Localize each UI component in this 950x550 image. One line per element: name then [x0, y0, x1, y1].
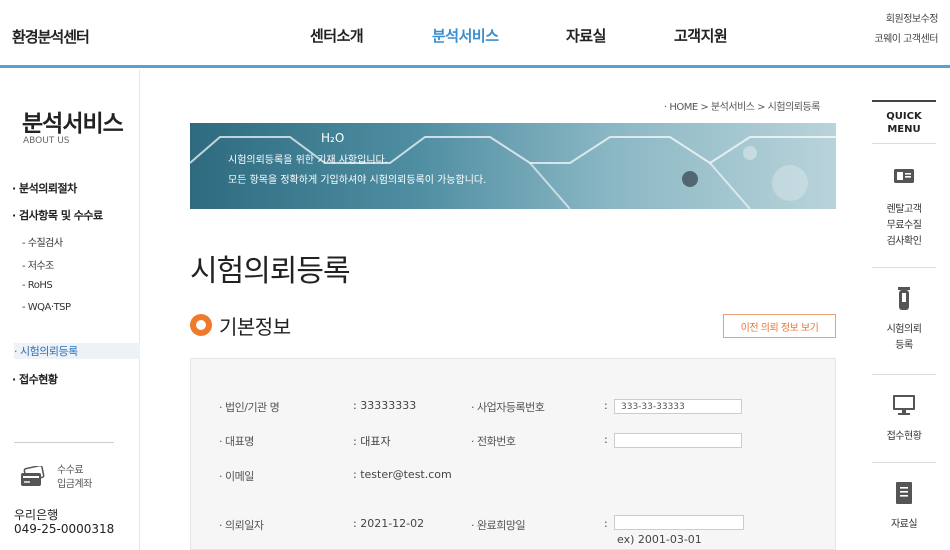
email-value: : tester@test.com — [353, 468, 452, 481]
due-date-label: · 완료희망일 — [471, 519, 526, 532]
nav-analysis-service[interactable]: 분석서비스 — [432, 25, 499, 46]
document-icon — [896, 482, 912, 504]
quick-menu: QUICK MENU 렌탈고객 무료수질 검사확인 시험의뢰 등록 접수현황 자… — [872, 100, 936, 550]
basic-info-form: · 법인/기관 명 : 33333333 · 사업자등록번호 : · 대표명 :… — [190, 358, 836, 550]
representative-value: : 대표자 — [353, 435, 391, 448]
quick-menu-title: QUICK MENU — [872, 102, 936, 144]
quick-item-label: 렌탈고객 무료수질 검사확인 — [886, 204, 922, 247]
sidebar-item-status[interactable]: · 접수현황 — [12, 371, 58, 387]
sidebar-item-water-test[interactable]: - 수질검사 — [22, 234, 63, 249]
id-card-icon — [894, 169, 914, 183]
phone-label: · 전화번호 — [471, 435, 516, 448]
quick-item-label: 시험의뢰 등록 — [886, 324, 922, 351]
page-banner: H₂O 시험의뢰등록을 위한 기재 사항입니다. 모든 항목을 정확하게 기입하… — [190, 123, 836, 209]
colon: : — [604, 517, 608, 530]
monitor-icon — [893, 395, 915, 415]
representative-label: · 대표명 — [219, 435, 254, 448]
quick-item-archive[interactable]: 자료실 — [872, 463, 936, 550]
request-date-label: · 의뢰일자 — [219, 519, 264, 532]
business-number-label: · 사업자등록번호 — [471, 401, 545, 414]
company-value: : 33333333 — [353, 399, 417, 412]
left-sidebar: 분석서비스 ABOUT US · 분석의뢰절차 · 검사항목 및 수수료 - 수… — [0, 70, 140, 550]
card-icon — [21, 466, 45, 486]
bank-account-number: 049-25-0000318 — [14, 522, 115, 536]
banner-text-2: 모든 항목을 정확하게 기입하셔야 시험의뢰등록이 가능합니다. — [228, 175, 487, 186]
sidebar-item-fees[interactable]: · 검사항목 및 수수료 — [12, 207, 103, 223]
request-date-value: : 2021-12-02 — [353, 517, 425, 530]
quick-item-label: 자료실 — [890, 519, 918, 530]
edit-member-link[interactable]: 회원정보수정 — [874, 10, 939, 30]
due-date-input[interactable] — [614, 515, 744, 530]
quick-item-label: 접수현황 — [886, 431, 922, 442]
sidebar-item-registration[interactable]: · 시험의뢰등록 — [14, 343, 140, 359]
customer-center-link[interactable]: 코웨이 고객센터 — [874, 30, 938, 50]
sidebar-item-water-tank[interactable]: - 저수조 — [22, 257, 54, 272]
previous-request-button[interactable]: 이전 의뢰 정보 보기 — [723, 314, 836, 338]
section-title: 기본정보 — [219, 315, 291, 339]
bank-name: 우리은행 — [14, 508, 59, 522]
nav-center-intro[interactable]: 센터소개 — [310, 25, 364, 46]
h2o-label: H₂O — [321, 131, 345, 145]
page-title: 시험의뢰등록 — [190, 254, 351, 289]
banner-text-1: 시험의뢰등록을 위한 기재 사항입니다. — [228, 155, 388, 166]
fee-account-label: 수수료 입금계좌 — [57, 465, 92, 490]
test-tube-icon — [898, 287, 910, 310]
nav-customer-support[interactable]: 고객지원 — [674, 25, 728, 46]
business-number-input[interactable] — [614, 399, 742, 414]
sidebar-divider — [14, 442, 114, 443]
quick-item-rental[interactable]: 렌탈고객 무료수질 검사확인 — [872, 146, 936, 268]
main-nav: 센터소개 분석서비스 자료실 고객지원 — [0, 25, 950, 49]
util-links: 회원정보수정 코웨이 고객센터 — [874, 10, 938, 50]
email-label: · 이메일 — [219, 470, 254, 483]
molecule-graphic — [190, 136, 836, 209]
quick-item-status[interactable]: 접수현황 — [872, 375, 936, 463]
phone-input[interactable] — [614, 433, 742, 448]
circle-bullet-icon — [190, 314, 212, 336]
quick-item-registration[interactable]: 시험의뢰 등록 — [872, 268, 936, 375]
due-date-hint: ex) 2001-03-01 — [617, 533, 702, 546]
breadcrumb: · HOME > 분석서비스 > 시험의뢰등록 — [664, 102, 820, 113]
colon: : — [604, 433, 608, 446]
sidebar-item-rohs[interactable]: - RoHS — [22, 280, 53, 291]
sidebar-item-wqa-tsp[interactable]: - WQA·TSP — [22, 302, 71, 313]
sidebar-title: 분석서비스 — [22, 111, 124, 137]
sidebar-subtitle: ABOUT US — [23, 136, 70, 146]
colon: : — [604, 399, 608, 412]
header: 환경분석센터 센터소개 분석서비스 자료실 고객지원 회원정보수정 코웨이 고객… — [0, 0, 950, 68]
nav-archive[interactable]: 자료실 — [566, 25, 606, 46]
company-label: · 법인/기관 명 — [219, 401, 280, 414]
sidebar-item-procedure[interactable]: · 분석의뢰절차 — [12, 180, 77, 196]
